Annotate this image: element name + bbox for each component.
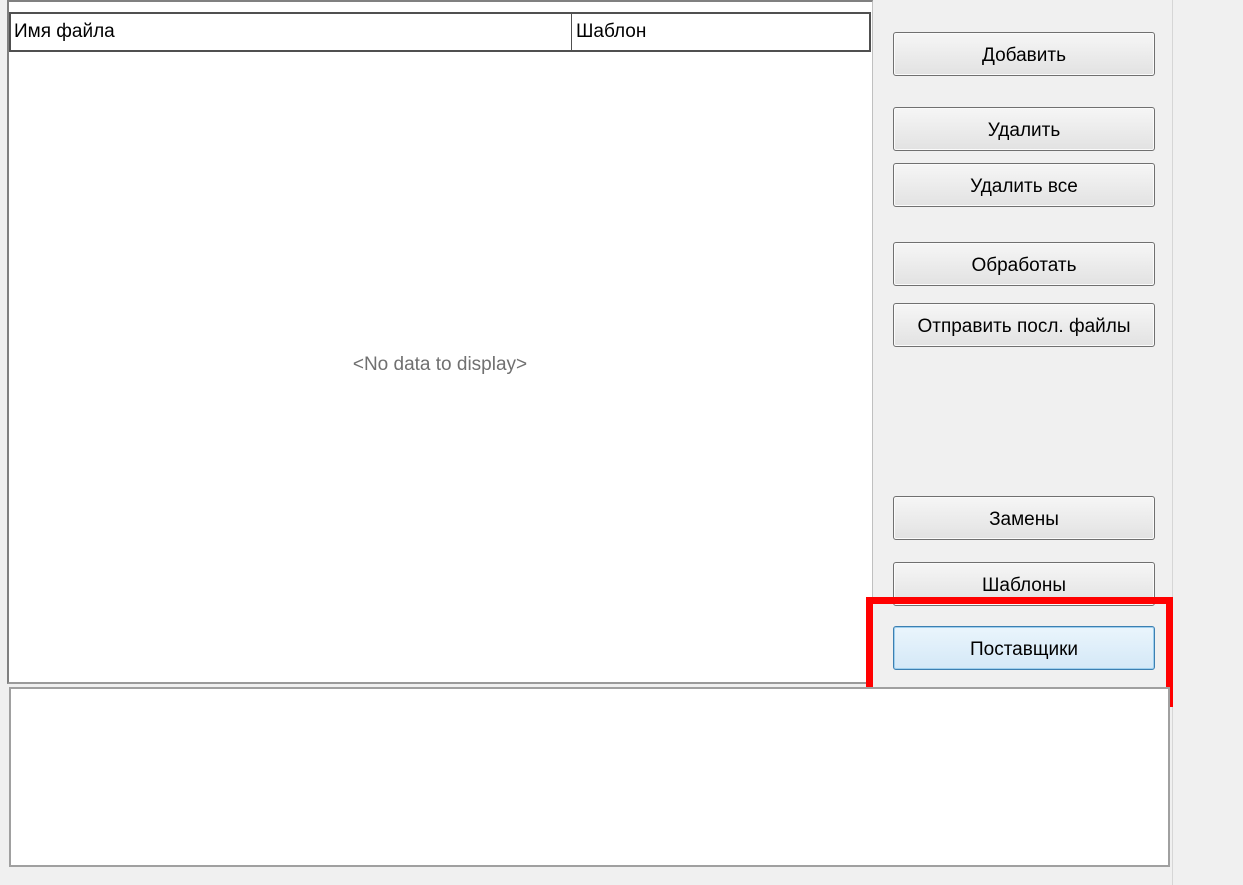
send-last-files-button[interactable]: Отправить посл. файлы — [893, 303, 1155, 347]
right-panel-background — [1172, 0, 1243, 885]
add-button[interactable]: Добавить — [893, 32, 1155, 76]
templates-button[interactable]: Шаблоны — [893, 562, 1155, 606]
delete-all-button[interactable]: Удалить все — [893, 163, 1155, 207]
grid-header: Имя файла Шаблон — [9, 12, 871, 52]
files-grid[interactable]: Имя файла Шаблон <No data to display> — [7, 0, 873, 684]
column-header-file-name[interactable]: Имя файла — [11, 14, 572, 50]
column-header-template[interactable]: Шаблон — [573, 14, 869, 50]
suppliers-button[interactable]: Поставщики — [893, 626, 1155, 670]
delete-button[interactable]: Удалить — [893, 107, 1155, 151]
process-button[interactable]: Обработать — [893, 242, 1155, 286]
replacements-button[interactable]: Замены — [893, 496, 1155, 540]
log-textbox[interactable] — [9, 687, 1170, 867]
empty-grid-message: <No data to display> — [352, 354, 528, 375]
